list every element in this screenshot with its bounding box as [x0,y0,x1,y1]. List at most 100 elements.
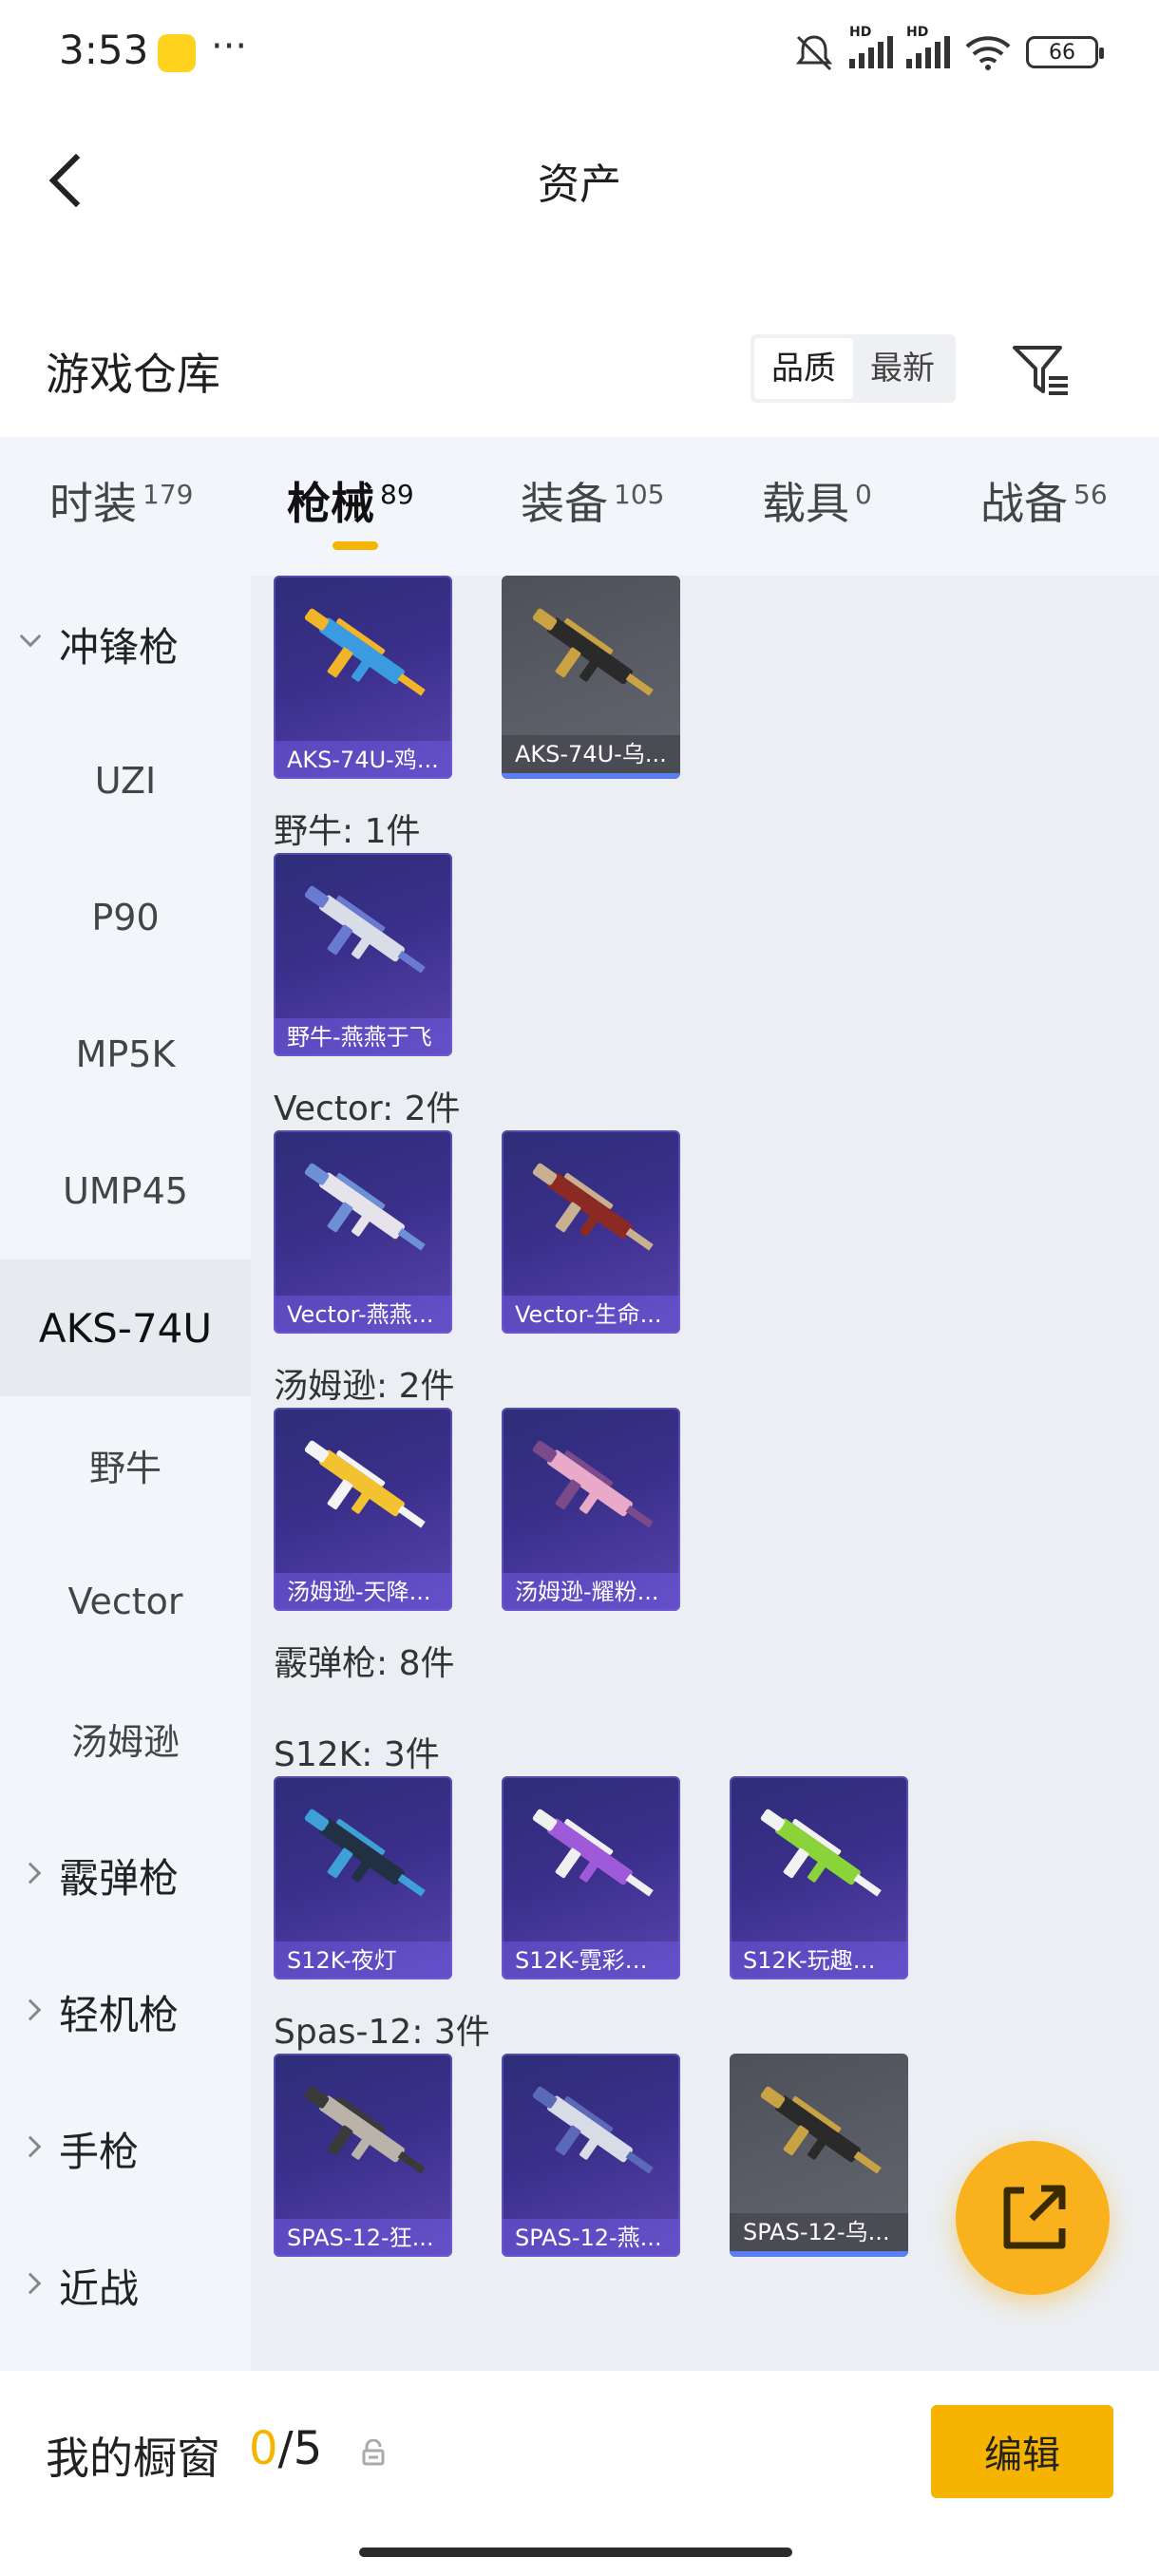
item-card[interactable]: 汤姆逊-天降... [274,1408,452,1611]
item-card[interactable]: S12K-玩趣呆呆 [730,1776,908,1979]
item-card[interactable]: 野牛-燕燕于飞 [274,853,452,1056]
sidebar-item-label: 汤姆逊 [70,1720,180,1763]
edit-button[interactable]: 编辑 [931,2405,1113,2498]
item-card-label: S12K-玩趣呆呆 [730,1941,908,1979]
signal-2-icon: HD [906,25,950,68]
tab-count: 105 [614,478,665,510]
active-tab-indicator [332,541,378,550]
sidebar-item-vector[interactable]: Vector [0,1533,251,1670]
item-card-label: AKS-74U-乌... [502,735,680,773]
share-icon [1003,2185,1066,2249]
tab-label: 枪械 [287,478,374,529]
item-card-label: AKS-74U-鸡... [274,741,452,779]
tab-guns[interactable]: 枪械 89 [287,469,414,532]
tab-fashion[interactable]: 时装 179 [49,469,193,532]
page-title: 资产 [538,161,621,209]
gun-icon [532,608,654,696]
gun-icon [532,1809,654,1897]
section-title: 汤姆逊: 2件 [274,1367,455,1406]
gun-icon [532,2086,654,2174]
item-card-label: SPAS-12-燕... [502,2219,680,2257]
chevron-right-icon [19,1862,42,1885]
more-notifications-icon: ··· [211,25,248,68]
section-title: Vector: 2件 [274,1089,461,1128]
item-card[interactable]: SPAS-12-狂... [274,2054,452,2257]
sidebar-item-label: 手枪 [59,2128,140,2175]
sidebar-item-label: 野牛 [88,1447,162,1489]
item-card-label: 汤姆逊-天降... [274,1573,452,1611]
gun-icon [760,1809,882,1897]
section-title: 霰弹枪: 8件 [274,1644,455,1683]
gun-icon [760,2086,882,2174]
sort-toggle: 品质 最新 [750,334,956,403]
item-card-label: S12K-霓彩脉冲 [502,1941,680,1979]
sidebar-item-ump45[interactable]: UMP45 [0,1123,251,1260]
item-grid: AKS-74U-鸡... AKS-74U-乌... 野牛: 1件 野牛-燕燕于飞 Vec… [251,576,1159,2371]
gun-icon [532,1440,654,1528]
sidebar-item-label: 冲锋枪 [59,623,180,671]
sidebar-item-label: 霰弹枪 [59,1854,180,1902]
sidebar-item-label: Vector [67,1581,183,1622]
item-card[interactable]: Vector-燕燕... [274,1130,452,1334]
filter-icon[interactable] [1009,340,1072,403]
section-title: 野牛: 1件 [274,812,421,851]
item-card[interactable]: S12K-夜灯 [274,1776,452,1979]
showcase-label: 我的橱窗 [46,2433,220,2484]
sort-option-newest[interactable]: 最新 [853,338,952,399]
category-tabs: 时装 179 枪械 89 装备 105 载具 0 战备 56 [0,437,1159,576]
tab-count: 179 [142,478,194,510]
gun-icon [304,885,426,974]
sidebar-item-label: 轻机枪 [59,1991,180,2038]
showcase-current: 0 [249,2422,278,2475]
sidebar-item-label: AKS-74U [38,1304,213,1352]
chevron-right-icon [19,2135,42,2158]
item-card-label: Vector-生命... [502,1296,680,1334]
section-title: Spas-12: 3件 [274,2013,490,2052]
tab-supplies[interactable]: 战备 56 [980,469,1108,532]
gun-icon [304,1440,426,1528]
sort-option-quality[interactable]: 品质 [754,338,853,399]
item-card-label: SPAS-12-乌... [730,2213,908,2251]
sidebar-item-mp5k[interactable]: MP5K [0,986,251,1123]
item-card-label: SPAS-12-狂... [274,2219,452,2257]
mute-icon [795,35,833,71]
item-card[interactable]: 汤姆逊-耀粉... [502,1408,680,1611]
share-button[interactable] [956,2141,1110,2295]
tab-count: 56 [1074,478,1108,510]
sidebar-item-label: MP5K [75,1033,176,1075]
chevron-right-icon [19,2272,42,2295]
sidebar-item-thompson[interactable]: 汤姆逊 [0,1670,251,1807]
sidebar-item-p90[interactable]: P90 [0,849,251,986]
sidebar-item-uzi[interactable]: UZI [0,712,251,849]
tab-count: 89 [380,478,414,510]
sidebar-item-bizon[interactable]: 野牛 [0,1396,251,1533]
tab-equipment[interactable]: 装备 105 [521,469,664,532]
tab-label: 装备 [521,478,608,529]
sidebar-item-lmg[interactable]: 轻机枪 [0,1943,251,2080]
warehouse-header: 游戏仓库 品质 最新 [0,313,1159,427]
item-card[interactable]: AKS-74U-乌... [502,576,680,779]
item-card-label: Vector-燕燕... [274,1296,452,1334]
tab-count: 0 [855,478,872,510]
battery-level: 66 [1049,40,1075,65]
app-notification-icon [158,34,196,72]
item-card[interactable]: SPAS-12-燕... [502,2054,680,2257]
status-bar: 3:53 ··· HD HD 66 [0,0,1159,104]
item-card[interactable]: Vector-生命... [502,1130,680,1334]
item-card[interactable]: SPAS-12-乌... [730,2054,908,2257]
section-title: S12K: 3件 [274,1735,440,1774]
sidebar-item-melee[interactable]: 近战 [0,2217,251,2354]
sidebar-item-smg[interactable]: 冲锋枪 [0,576,251,712]
item-card[interactable]: S12K-霓彩脉冲 [502,1776,680,1979]
battery-icon: 66 [1026,36,1104,68]
sidebar-item-shotgun[interactable]: 霰弹枪 [0,1807,251,1943]
sidebar-item-label: 近战 [59,2264,140,2312]
sidebar-item-aks74u[interactable]: AKS-74U [0,1260,251,1396]
item-card-label: S12K-夜灯 [274,1941,452,1979]
tab-label: 战备 [980,478,1068,529]
tab-vehicles[interactable]: 载具 0 [762,469,872,532]
home-indicator [359,2548,792,2557]
item-card[interactable]: AKS-74U-鸡... [274,576,452,779]
gun-icon [304,1163,426,1251]
sidebar-item-pistol[interactable]: 手枪 [0,2080,251,2217]
